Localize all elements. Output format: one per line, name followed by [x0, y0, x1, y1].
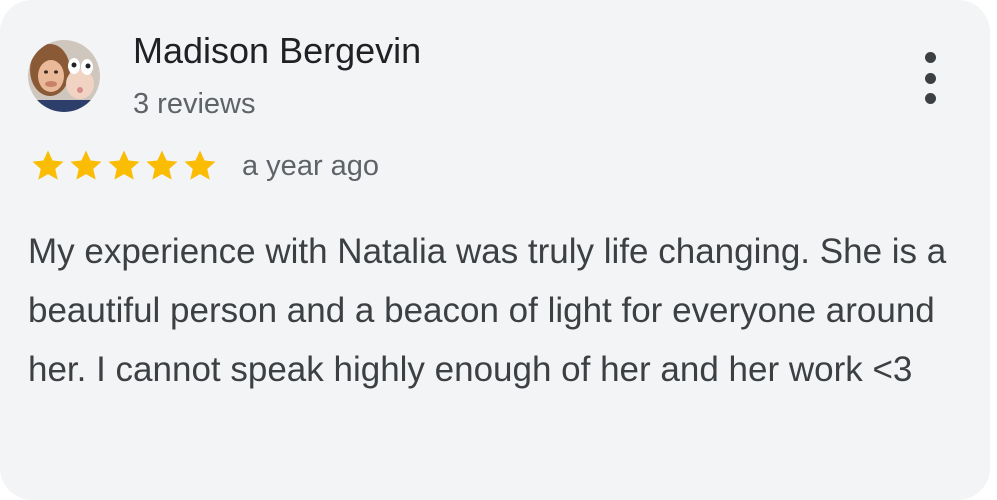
review-text: My experience with Natalia was truly lif… — [28, 232, 947, 389]
author-avatar[interactable] — [28, 40, 100, 112]
more-options-button[interactable] — [912, 52, 948, 104]
star-rating — [28, 147, 218, 185]
menu-dot — [924, 72, 936, 84]
author-review-count: 3 reviews — [133, 88, 256, 120]
author-name[interactable]: Madison Bergevin — [133, 30, 421, 72]
star-icon — [142, 147, 182, 185]
rating-row: a year ago — [28, 146, 379, 186]
star-icon — [28, 147, 68, 185]
review-time: a year ago — [242, 149, 380, 182]
star-icon — [66, 147, 106, 185]
star-icon — [180, 147, 220, 185]
menu-dot — [924, 52, 936, 63]
review-card: Madison Bergevin 3 reviews a year ago My… — [0, 0, 990, 500]
menu-dot — [924, 93, 936, 104]
star-icon — [104, 147, 144, 185]
